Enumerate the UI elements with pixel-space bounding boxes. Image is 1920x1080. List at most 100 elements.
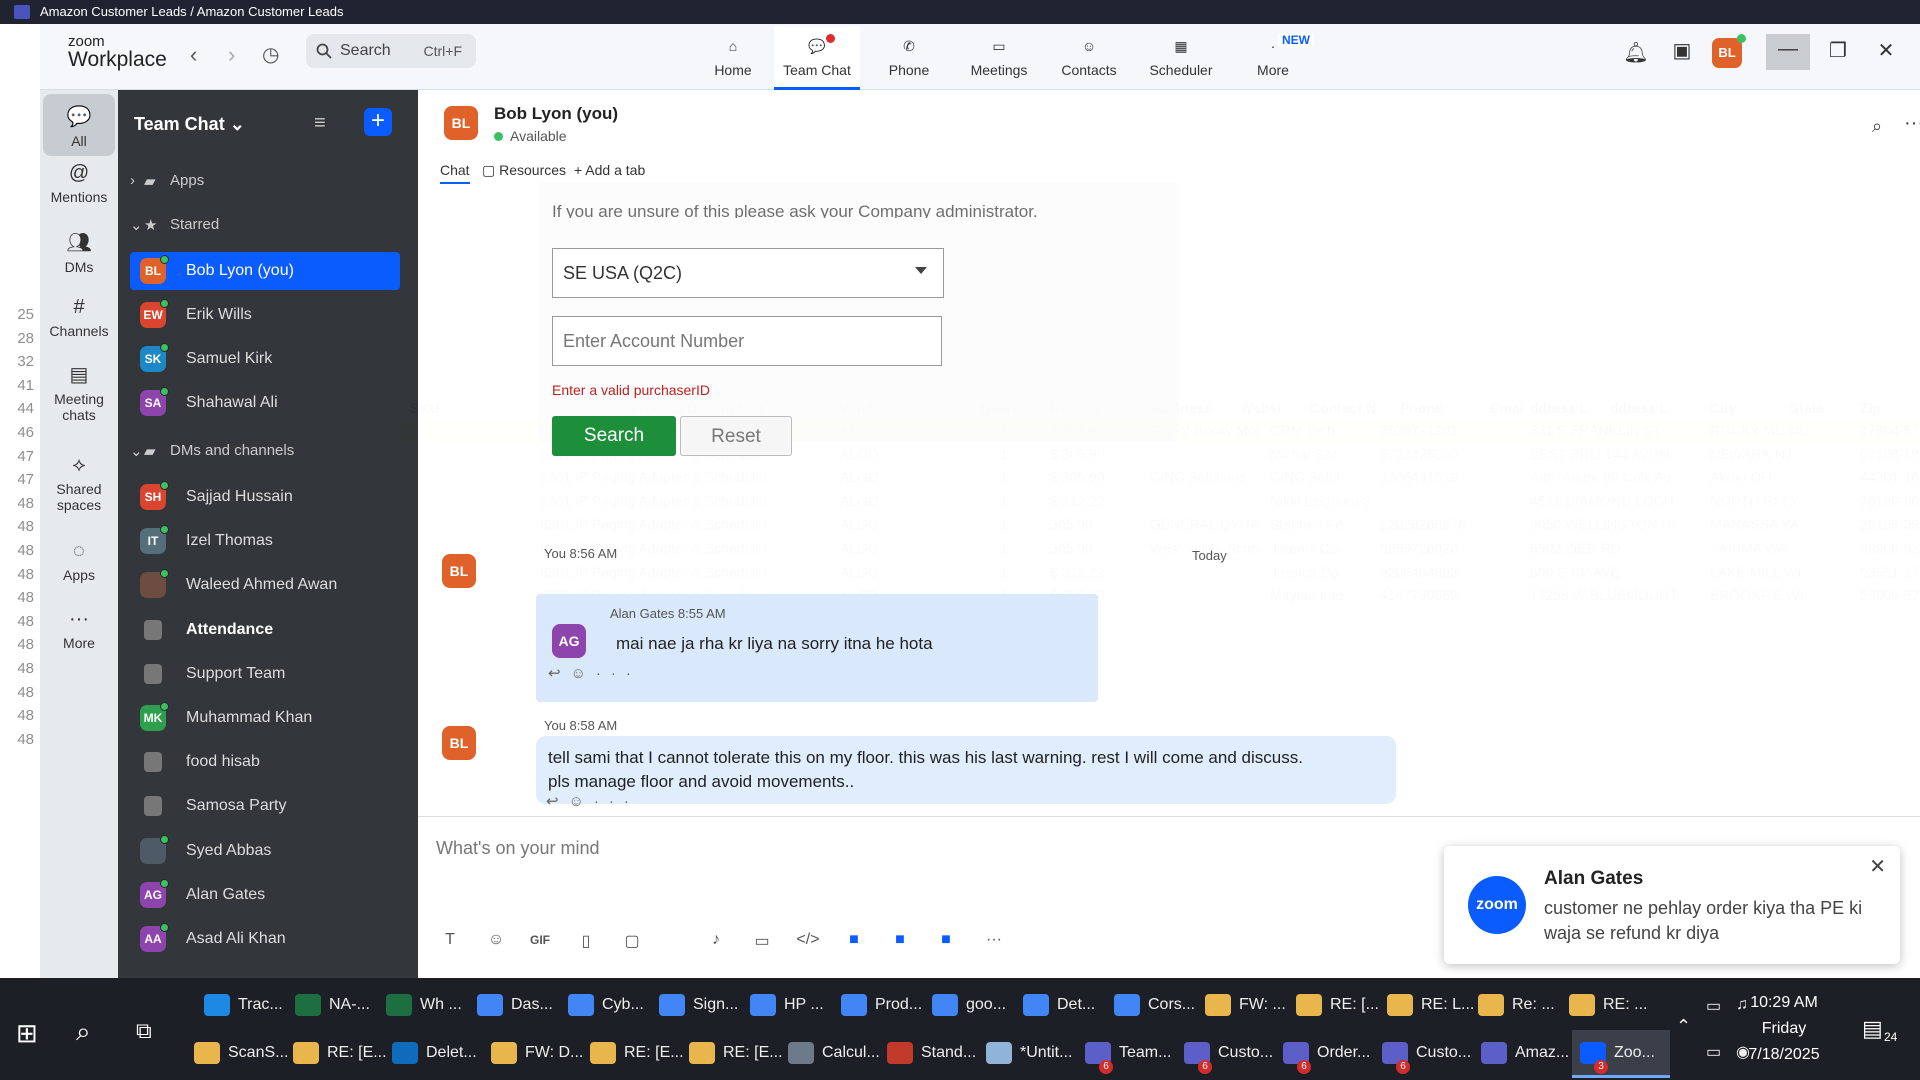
message-actions[interactable]: ↩☺··· (548, 664, 641, 682)
tab-add[interactable]: + Add a tab (574, 162, 645, 178)
tab-home[interactable]: ⌂ Home (690, 26, 776, 90)
clock-time[interactable]: 10:29 AM (1734, 994, 1834, 1012)
sidebar-item[interactable]: IT Izel Thomas (130, 522, 400, 560)
taskbar-app[interactable]: goo... (924, 982, 1014, 1030)
sidebar-item[interactable]: SK Samuel Kirk (130, 340, 400, 378)
section-apps[interactable]: › ▰ Apps (130, 172, 204, 190)
rail-channels[interactable]: # Channels (40, 296, 118, 339)
rail-all[interactable]: 💬 All (43, 94, 115, 156)
taskbar-app[interactable]: FW: ... (1197, 982, 1287, 1030)
taskbar-app[interactable]: RE: [... (1288, 982, 1379, 1030)
reset-button[interactable]: Reset (680, 416, 792, 456)
taskbar-app[interactable]: Cyb... (560, 982, 650, 1030)
sidebar-item[interactable]: SA Shahawal Ali (130, 384, 400, 422)
close-icon[interactable]: ✕ (1864, 38, 1908, 63)
section-starred[interactable]: ⌄ ★ Starred (130, 216, 219, 234)
task-view-icon[interactable]: ⧉ (136, 1018, 152, 1044)
filter-icon[interactable]: ≡ (314, 112, 326, 135)
region-select[interactable]: SE USA (Q2C) (552, 248, 944, 298)
chevron-up-icon[interactable]: ⌃ (1676, 1016, 1691, 1037)
screenshot-icon[interactable]: ▢ (618, 931, 646, 951)
taskbar-app[interactable]: 6 Order... (1275, 1030, 1373, 1078)
message-actions[interactable]: ↩☺··· (546, 792, 639, 810)
bell-icon[interactable]: 🔔︎ (1614, 40, 1658, 65)
taskbar-app[interactable]: Wh ... (378, 982, 468, 1030)
taskbar-app[interactable]: RE: [E... (681, 1030, 783, 1078)
sidebar-title[interactable]: Team Chat ⌄ (134, 114, 245, 135)
message-avatar[interactable]: BL (442, 726, 476, 760)
taskbar-app[interactable]: Sign... (651, 982, 741, 1030)
sidebar-item[interactable]: Support Team (130, 655, 400, 693)
taskbar-app[interactable]: RE: L... (1379, 982, 1474, 1030)
file-icon[interactable]: ▯ (572, 931, 600, 951)
taskbar-app[interactable]: Amaz... (1473, 1030, 1571, 1078)
search-icon[interactable]: ⌕ (1872, 116, 1882, 137)
contact-avatar[interactable]: BL (444, 106, 478, 140)
app-icon[interactable]: ■ (932, 931, 960, 949)
tab-more[interactable]: · NEW More (1230, 26, 1316, 90)
sidebar-item[interactable]: Attendance (130, 611, 400, 649)
section-dms-channels[interactable]: ⌄ ▰ DMs and channels (130, 442, 294, 460)
format-text-icon[interactable]: T (436, 931, 464, 949)
rail-shared-spaces[interactable]: ⟡ Shared spaces (40, 454, 118, 513)
clock-day[interactable]: Friday (1734, 1020, 1834, 1038)
sidebar-item[interactable]: SH Sajjad Hussain (130, 478, 400, 516)
sidebar-item[interactable]: AA Asad Ali Khan (130, 920, 400, 958)
minimize-icon[interactable]: — (1766, 34, 1810, 70)
contact-name[interactable]: Bob Lyon (you) (494, 104, 618, 124)
sidebar-item[interactable]: BL Bob Lyon (you) (130, 252, 400, 290)
search-button[interactable]: Search (552, 416, 676, 456)
taskbar-app[interactable]: ScanS... (186, 1030, 288, 1078)
tab-resources[interactable]: ▢ Resources (482, 162, 566, 179)
sidebar-item[interactable]: food hisab (130, 743, 400, 781)
tab-contacts[interactable]: ☺ Contacts (1046, 26, 1132, 90)
tab-team-chat[interactable]: 💬 Team Chat (774, 26, 860, 90)
message-bubble[interactable]: tell sami that I cannot tolerate this on… (536, 736, 1396, 804)
sidebar-item[interactable]: Samosa Party (130, 787, 400, 825)
taskbar-app[interactable]: 6 Team... (1077, 1030, 1175, 1078)
rail-dms[interactable]: 👥︎ DMs (40, 230, 118, 275)
windows-start-icon[interactable]: ⊞ (16, 1018, 38, 1049)
battery-icon[interactable]: ▭ (1706, 996, 1721, 1016)
forward-arrow-icon[interactable]: › (228, 42, 235, 68)
taskbar-app[interactable]: 6 Custo... (1374, 1030, 1472, 1078)
microphone-icon[interactable]: ♪ (702, 931, 730, 949)
notification-center-icon[interactable]: ▤ (1862, 1016, 1883, 1042)
rail-more[interactable]: ··· More (40, 608, 118, 651)
search-icon[interactable]: ⌕ (76, 1016, 91, 1048)
taskbar-app[interactable]: RE: ... (1561, 982, 1651, 1030)
gif-icon[interactable]: GIF (526, 933, 554, 947)
taskbar-app[interactable]: Trac... (196, 982, 286, 1030)
more-dots-icon[interactable]: ··· (980, 931, 1008, 949)
sidebar-item[interactable]: Syed Abbas (130, 832, 400, 870)
search-box[interactable]: Search Ctrl+F (306, 34, 476, 68)
taskbar-app[interactable]: RE: [E... (285, 1030, 387, 1078)
tab-phone[interactable]: ✆ Phone (866, 26, 952, 90)
taskbar-app[interactable]: Prod... (833, 982, 923, 1030)
more-options-icon[interactable]: ··· (1904, 112, 1920, 135)
account-number-input[interactable] (552, 316, 942, 366)
back-arrow-icon[interactable]: ‹ (190, 42, 197, 68)
tab-chat[interactable]: Chat (440, 162, 470, 184)
taskbar-app[interactable]: Delet... (384, 1030, 482, 1078)
quoted-message[interactable]: Alan Gates 8:55 AM AG mai nae ja rha kr … (536, 594, 1098, 702)
new-chat-button[interactable]: + (364, 108, 392, 136)
taskbar-app[interactable]: Det... (1015, 982, 1105, 1030)
display-icon[interactable]: ▭ (1706, 1042, 1721, 1062)
message-avatar[interactable]: BL (442, 554, 476, 588)
sidebar-item[interactable]: AG Alan Gates (130, 876, 400, 914)
app-icon[interactable]: ■ (886, 931, 914, 949)
taskbar-app[interactable]: HP ... (742, 982, 832, 1030)
notification-toast[interactable]: zoom Alan Gates customer ne pehlay order… (1444, 846, 1900, 964)
taskbar-app[interactable]: Calcul... (780, 1030, 880, 1078)
tab-meetings[interactable]: ▭ Meetings (956, 26, 1042, 90)
restore-icon[interactable]: ❐ (1816, 38, 1860, 63)
message-input[interactable] (436, 831, 1336, 865)
taskbar-app[interactable]: 6 Custo... (1176, 1030, 1274, 1078)
sidebar-item[interactable]: Waleed Ahmed Awan (130, 566, 400, 604)
rail-mentions[interactable]: @ Mentions (40, 162, 118, 205)
rail-apps[interactable]: ◌ Apps (40, 540, 118, 583)
sidebar-item[interactable]: EW Erik Wills (130, 296, 400, 334)
code-icon[interactable]: </> (794, 931, 822, 949)
taskbar-app[interactable]: RE: [E... (582, 1030, 684, 1078)
